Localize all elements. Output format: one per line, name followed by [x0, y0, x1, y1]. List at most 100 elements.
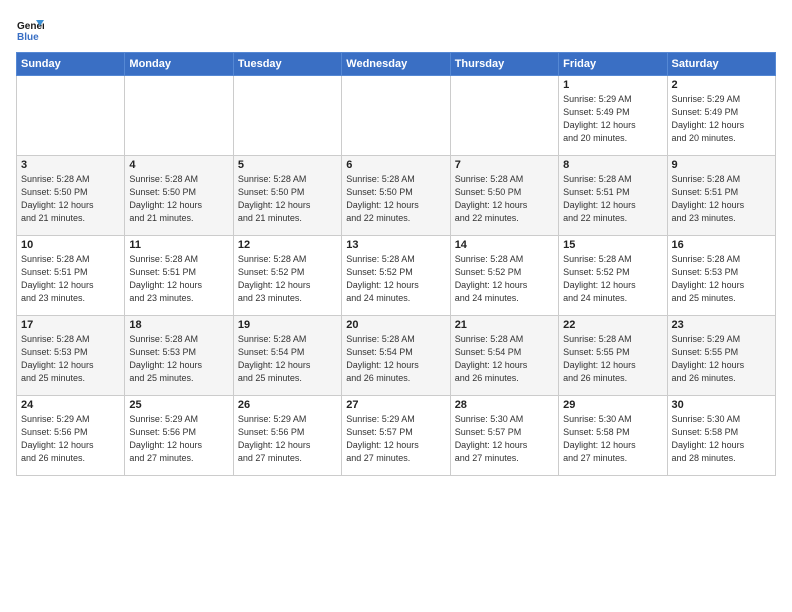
day-number: 6 [346, 159, 445, 171]
calendar-cell: 9 Sunrise: 5:28 AM Sunset: 5:51 PM Daylig… [667, 156, 775, 236]
day-number: 14 [455, 239, 554, 251]
calendar-cell: 14 Sunrise: 5:28 AM Sunset: 5:52 PM Dayli… [450, 236, 558, 316]
day-number: 20 [346, 319, 445, 331]
day-number: 30 [672, 399, 771, 411]
day-info: Sunrise: 5:28 AM Sunset: 5:50 PM Dayligh… [129, 173, 228, 225]
day-info: Sunrise: 5:28 AM Sunset: 5:52 PM Dayligh… [238, 253, 337, 305]
day-number: 2 [672, 79, 771, 91]
calendar-cell: 10 Sunrise: 5:28 AM Sunset: 5:51 PM Dayli… [17, 236, 125, 316]
day-info: Sunrise: 5:28 AM Sunset: 5:52 PM Dayligh… [563, 253, 662, 305]
calendar-week-row: 17 Sunrise: 5:28 AM Sunset: 5:53 PM Dayli… [17, 316, 776, 396]
day-info: Sunrise: 5:30 AM Sunset: 5:58 PM Dayligh… [563, 413, 662, 465]
day-info: Sunrise: 5:30 AM Sunset: 5:58 PM Dayligh… [672, 413, 771, 465]
day-info: Sunrise: 5:28 AM Sunset: 5:53 PM Dayligh… [129, 333, 228, 385]
day-number: 27 [346, 399, 445, 411]
calendar-cell: 29 Sunrise: 5:30 AM Sunset: 5:58 PM Dayli… [559, 396, 667, 476]
calendar-cell: 4 Sunrise: 5:28 AM Sunset: 5:50 PM Daylig… [125, 156, 233, 236]
day-info: Sunrise: 5:28 AM Sunset: 5:50 PM Dayligh… [238, 173, 337, 225]
calendar-cell: 26 Sunrise: 5:29 AM Sunset: 5:56 PM Dayli… [233, 396, 341, 476]
day-number: 13 [346, 239, 445, 251]
day-info: Sunrise: 5:29 AM Sunset: 5:57 PM Dayligh… [346, 413, 445, 465]
calendar-cell [233, 76, 341, 156]
calendar-cell: 19 Sunrise: 5:28 AM Sunset: 5:54 PM Dayli… [233, 316, 341, 396]
day-info: Sunrise: 5:28 AM Sunset: 5:53 PM Dayligh… [21, 333, 120, 385]
calendar-day-header: Tuesday [233, 53, 341, 76]
calendar-day-header: Saturday [667, 53, 775, 76]
calendar-cell: 11 Sunrise: 5:28 AM Sunset: 5:51 PM Dayli… [125, 236, 233, 316]
day-info: Sunrise: 5:28 AM Sunset: 5:52 PM Dayligh… [455, 253, 554, 305]
calendar-cell [450, 76, 558, 156]
calendar-cell: 22 Sunrise: 5:28 AM Sunset: 5:55 PM Dayli… [559, 316, 667, 396]
day-number: 17 [21, 319, 120, 331]
day-number: 28 [455, 399, 554, 411]
calendar-week-row: 24 Sunrise: 5:29 AM Sunset: 5:56 PM Dayli… [17, 396, 776, 476]
calendar-cell: 15 Sunrise: 5:28 AM Sunset: 5:52 PM Dayli… [559, 236, 667, 316]
day-info: Sunrise: 5:29 AM Sunset: 5:56 PM Dayligh… [21, 413, 120, 465]
calendar-cell: 13 Sunrise: 5:28 AM Sunset: 5:52 PM Dayli… [342, 236, 450, 316]
logo-icon: General Blue [16, 16, 44, 44]
calendar-cell: 3 Sunrise: 5:28 AM Sunset: 5:50 PM Daylig… [17, 156, 125, 236]
day-number: 4 [129, 159, 228, 171]
calendar-day-header: Friday [559, 53, 667, 76]
day-number: 21 [455, 319, 554, 331]
calendar-cell: 23 Sunrise: 5:29 AM Sunset: 5:55 PM Dayli… [667, 316, 775, 396]
day-number: 24 [21, 399, 120, 411]
calendar-header-row: SundayMondayTuesdayWednesdayThursdayFrid… [17, 53, 776, 76]
day-number: 22 [563, 319, 662, 331]
day-number: 29 [563, 399, 662, 411]
day-info: Sunrise: 5:28 AM Sunset: 5:51 PM Dayligh… [129, 253, 228, 305]
calendar-cell: 16Sunrise: 5:28 AM Sunset: 5:53 PM Dayli… [667, 236, 775, 316]
day-info: Sunrise: 5:28 AM Sunset: 5:50 PM Dayligh… [346, 173, 445, 225]
calendar-cell: 18Sunrise: 5:28 AM Sunset: 5:53 PM Dayli… [125, 316, 233, 396]
calendar-week-row: 3 Sunrise: 5:28 AM Sunset: 5:50 PM Daylig… [17, 156, 776, 236]
calendar-cell: 2 Sunrise: 5:29 AM Sunset: 5:49 PM Daylig… [667, 76, 775, 156]
day-info: Sunrise: 5:29 AM Sunset: 5:55 PM Dayligh… [672, 333, 771, 385]
calendar-cell: 17 Sunrise: 5:28 AM Sunset: 5:53 PM Dayli… [17, 316, 125, 396]
day-info: Sunrise: 5:29 AM Sunset: 5:56 PM Dayligh… [129, 413, 228, 465]
day-number: 12 [238, 239, 337, 251]
calendar-cell: 20Sunrise: 5:28 AM Sunset: 5:54 PM Dayli… [342, 316, 450, 396]
day-number: 8 [563, 159, 662, 171]
day-info: Sunrise: 5:28 AM Sunset: 5:50 PM Dayligh… [21, 173, 120, 225]
day-info: Sunrise: 5:29 AM Sunset: 5:49 PM Dayligh… [672, 93, 771, 145]
day-number: 5 [238, 159, 337, 171]
day-info: Sunrise: 5:28 AM Sunset: 5:54 PM Dayligh… [238, 333, 337, 385]
day-info: Sunrise: 5:28 AM Sunset: 5:54 PM Dayligh… [455, 333, 554, 385]
day-number: 25 [129, 399, 228, 411]
day-info: Sunrise: 5:29 AM Sunset: 5:49 PM Dayligh… [563, 93, 662, 145]
day-info: Sunrise: 5:28 AM Sunset: 5:55 PM Dayligh… [563, 333, 662, 385]
day-number: 26 [238, 399, 337, 411]
calendar-cell: 5 Sunrise: 5:28 AM Sunset: 5:50 PM Daylig… [233, 156, 341, 236]
day-info: Sunrise: 5:28 AM Sunset: 5:52 PM Dayligh… [346, 253, 445, 305]
day-number: 19 [238, 319, 337, 331]
calendar-cell: 24 Sunrise: 5:29 AM Sunset: 5:56 PM Dayli… [17, 396, 125, 476]
calendar-day-header: Thursday [450, 53, 558, 76]
calendar-cell: 28 Sunrise: 5:30 AM Sunset: 5:57 PM Dayli… [450, 396, 558, 476]
day-number: 10 [21, 239, 120, 251]
day-number: 15 [563, 239, 662, 251]
calendar-cell: 8 Sunrise: 5:28 AM Sunset: 5:51 PM Daylig… [559, 156, 667, 236]
day-number: 23 [672, 319, 771, 331]
day-number: 3 [21, 159, 120, 171]
day-info: Sunrise: 5:29 AM Sunset: 5:56 PM Dayligh… [238, 413, 337, 465]
calendar-week-row: 10 Sunrise: 5:28 AM Sunset: 5:51 PM Dayli… [17, 236, 776, 316]
calendar-day-header: Monday [125, 53, 233, 76]
calendar: SundayMondayTuesdayWednesdayThursdayFrid… [16, 52, 776, 476]
calendar-cell: 30 Sunrise: 5:30 AM Sunset: 5:58 PM Dayli… [667, 396, 775, 476]
calendar-day-header: Sunday [17, 53, 125, 76]
day-number: 16 [672, 239, 771, 251]
day-info: Sunrise: 5:30 AM Sunset: 5:57 PM Dayligh… [455, 413, 554, 465]
day-number: 11 [129, 239, 228, 251]
calendar-cell: 7Sunrise: 5:28 AM Sunset: 5:50 PM Daylig… [450, 156, 558, 236]
calendar-day-header: Wednesday [342, 53, 450, 76]
day-number: 9 [672, 159, 771, 171]
calendar-cell: 21 Sunrise: 5:28 AM Sunset: 5:54 PM Dayli… [450, 316, 558, 396]
day-info: Sunrise: 5:28 AM Sunset: 5:51 PM Dayligh… [563, 173, 662, 225]
calendar-cell: 27 Sunrise: 5:29 AM Sunset: 5:57 PM Dayli… [342, 396, 450, 476]
day-number: 1 [563, 79, 662, 91]
svg-text:Blue: Blue [17, 32, 39, 43]
day-info: Sunrise: 5:28 AM Sunset: 5:51 PM Dayligh… [21, 253, 120, 305]
calendar-cell: 1 Sunrise: 5:29 AM Sunset: 5:49 PM Daylig… [559, 76, 667, 156]
calendar-cell: 6 Sunrise: 5:28 AM Sunset: 5:50 PM Daylig… [342, 156, 450, 236]
day-info: Sunrise: 5:28 AM Sunset: 5:51 PM Dayligh… [672, 173, 771, 225]
